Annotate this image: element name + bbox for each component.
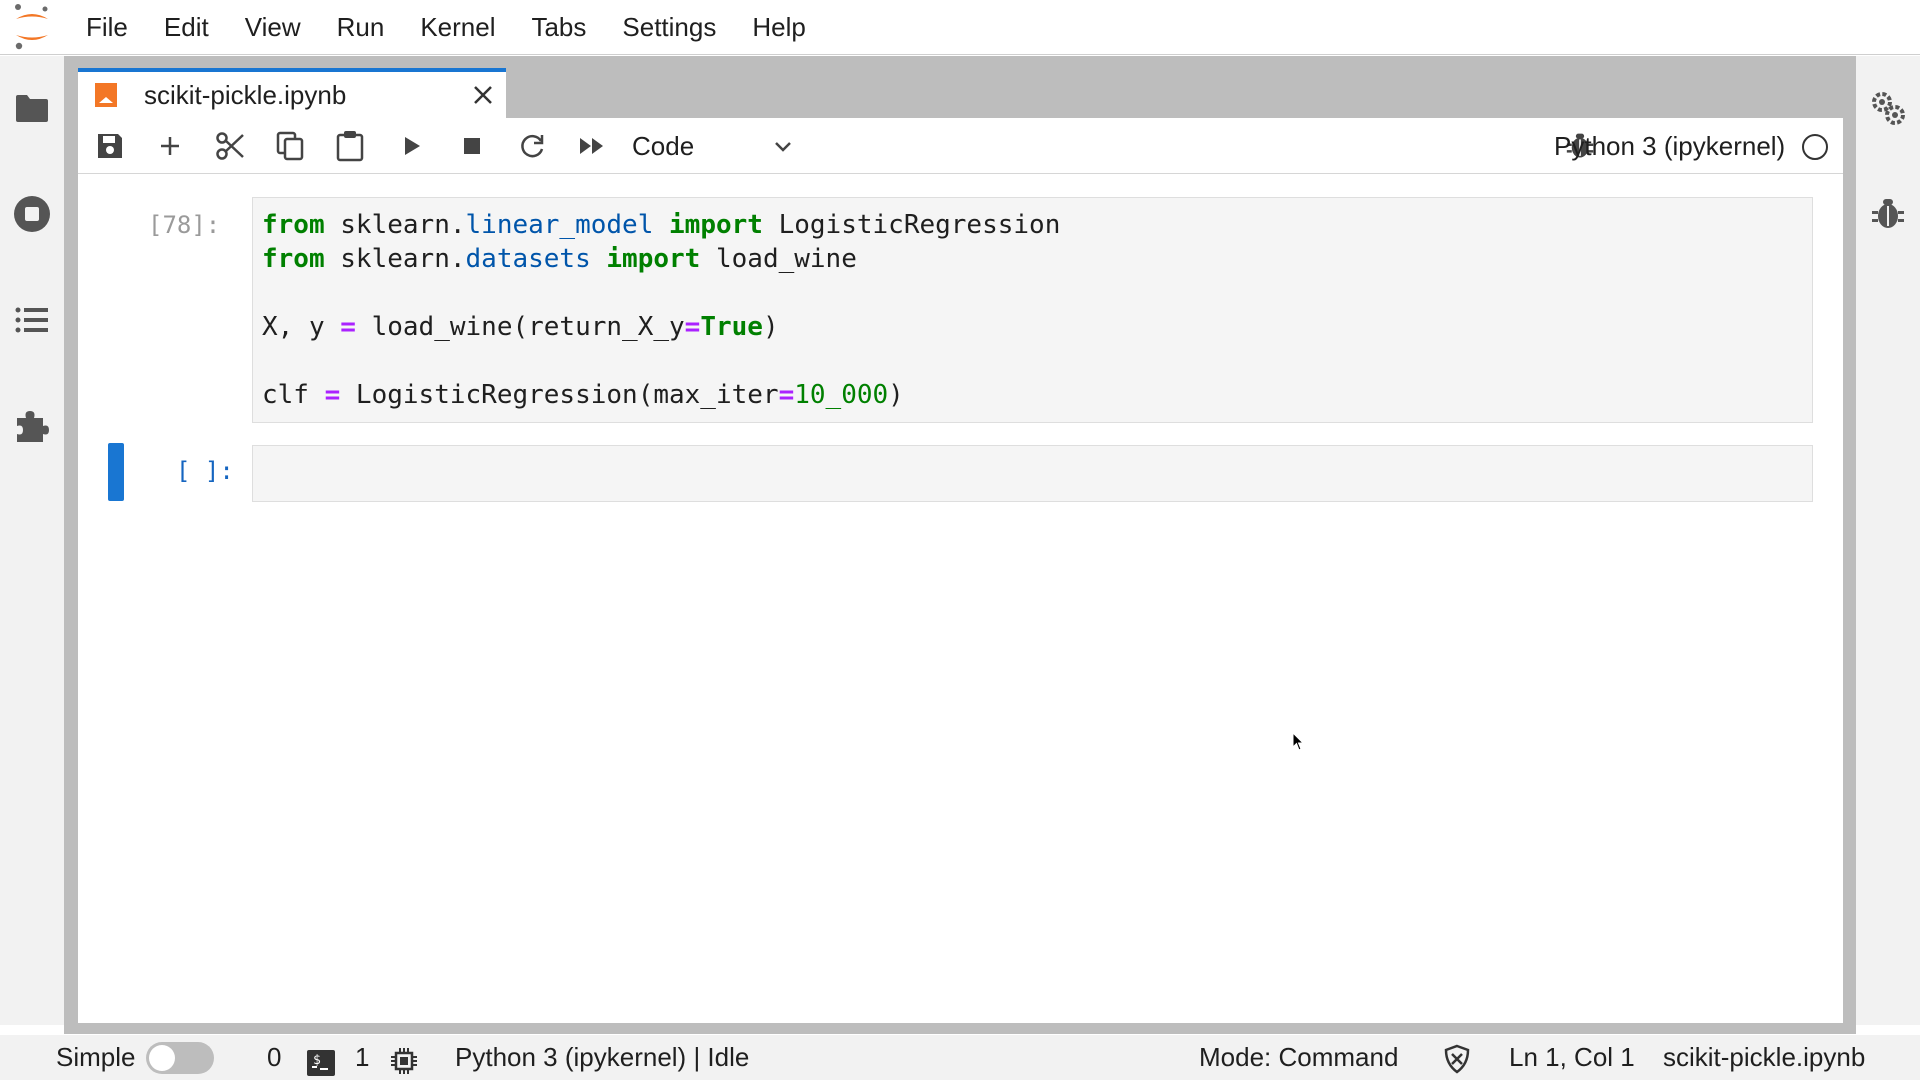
- cell-type-value: Code: [632, 130, 695, 161]
- run-icon[interactable]: [394, 128, 430, 164]
- cell-editor[interactable]: from sklearn.linear_model import Logisti…: [252, 197, 1813, 423]
- restart-icon[interactable]: [514, 128, 550, 164]
- terminal-icon: $: [307, 1045, 335, 1080]
- chip-icon: [390, 1044, 418, 1080]
- notebook-mode[interactable]: Mode: Command: [1199, 1035, 1398, 1080]
- cell-type-dropdown[interactable]: Code: [632, 124, 798, 168]
- active-cell-indicator: [108, 443, 124, 501]
- simple-mode-toggle[interactable]: [146, 1042, 214, 1074]
- menu-edit[interactable]: Edit: [146, 0, 227, 55]
- tab-strip: scikit-pickle.ipynb: [64, 56, 1856, 118]
- code-cell-active[interactable]: [ ]:: [78, 443, 1843, 502]
- main-area: scikit-pickle.ipynb Code Python 3 (ipyke…: [64, 56, 1856, 1034]
- tab-scikit-pickle[interactable]: scikit-pickle.ipynb: [78, 68, 506, 118]
- gears-icon[interactable]: [1864, 84, 1912, 132]
- tab-title: scikit-pickle.ipynb: [144, 80, 347, 110]
- menu-run[interactable]: Run: [319, 0, 403, 55]
- add-icon[interactable]: [152, 128, 188, 164]
- menu-kernel[interactable]: Kernel: [402, 0, 513, 55]
- notebook-icon: [94, 82, 118, 113]
- jupyter-logo[interactable]: [10, 3, 54, 51]
- copy-icon[interactable]: [272, 128, 308, 164]
- status-filename: scikit-pickle.ipynb: [1663, 1042, 1866, 1072]
- puzzle-icon[interactable]: [8, 402, 56, 450]
- terminals-count[interactable]: 0: [267, 1035, 281, 1080]
- folder-icon[interactable]: [8, 84, 56, 132]
- chevron-down-icon: [772, 136, 794, 163]
- list-icon[interactable]: [8, 296, 56, 344]
- kernels-count[interactable]: 1: [355, 1035, 369, 1080]
- menu-help[interactable]: Help: [734, 0, 823, 55]
- close-icon[interactable]: [470, 82, 496, 108]
- code-line: X, y = load_wine(return_X_y=True): [262, 312, 779, 342]
- trust-shield-icon[interactable]: [1442, 1043, 1472, 1080]
- kernel-name-button[interactable]: Python 3 (ipykernel): [1554, 118, 1785, 174]
- left-sidebar: [0, 56, 64, 1025]
- code-line: from sklearn.datasets import load_wine: [262, 244, 857, 274]
- code-cell[interactable]: [78]: from sklearn.linear_model import L…: [78, 197, 1843, 423]
- stop-icon[interactable]: [454, 128, 490, 164]
- status-bar: Simple 0 $ 1 Python 3 (ipykernel) | Idle…: [0, 1035, 1920, 1080]
- mouse-pointer-icon: [1292, 731, 1306, 757]
- notebook-panel: Code Python 3 (ipykernel) [78]: from skl…: [78, 118, 1843, 1023]
- notebook-toolbar: Code Python 3 (ipykernel): [78, 118, 1843, 174]
- menu-tabs[interactable]: Tabs: [513, 0, 604, 55]
- menu-bar-items: File Edit View Run Kernel Tabs Settings …: [68, 0, 824, 55]
- menu-settings[interactable]: Settings: [604, 0, 734, 55]
- circle-idle-icon: [1802, 134, 1828, 160]
- cursor-position[interactable]: Ln 1, Col 1: [1509, 1035, 1635, 1080]
- fast-forward-icon[interactable]: [574, 128, 610, 164]
- execution-prompt: [78]:: [148, 211, 221, 239]
- menu-view[interactable]: View: [227, 0, 319, 55]
- stop-circle-icon[interactable]: [8, 190, 56, 238]
- right-sidebar: [1856, 56, 1920, 1025]
- toggle-knob: [149, 1045, 175, 1071]
- kernel-status-text[interactable]: Python 3 (ipykernel) | Idle: [455, 1035, 749, 1080]
- code-line: clf = LogisticRegression(max_iter=10_000…: [262, 380, 904, 410]
- cell-editor[interactable]: [252, 445, 1813, 502]
- svg-text:$: $: [313, 1053, 321, 1068]
- menubar: File Edit View Run Kernel Tabs Settings …: [0, 0, 1920, 55]
- cut-icon[interactable]: [212, 128, 248, 164]
- paste-icon[interactable]: [332, 128, 368, 164]
- save-icon[interactable]: [92, 128, 128, 164]
- execution-prompt: [ ]:: [176, 457, 234, 485]
- simple-mode-label: Simple: [56, 1042, 136, 1072]
- bug-icon[interactable]: [1864, 190, 1912, 238]
- menu-file[interactable]: File: [68, 0, 146, 55]
- code-line: from sklearn.linear_model import Logisti…: [262, 210, 1061, 240]
